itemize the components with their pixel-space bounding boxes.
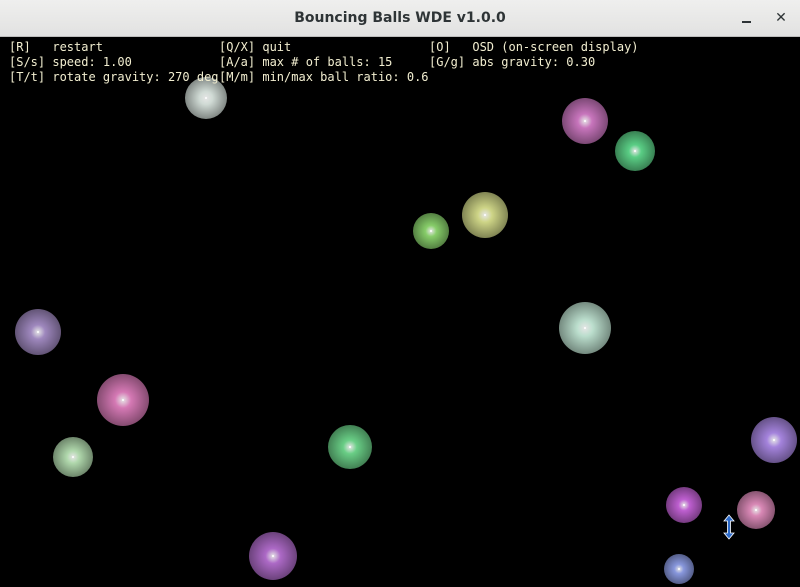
osd-ball-ratio: [M/m] min/max ball ratio: 0.6 [219,70,429,84]
window-title: Bouncing Balls WDE v1.0.0 [294,10,506,26]
close-icon: ✕ [775,10,787,26]
bouncing-ball [664,554,694,584]
osd-toggle-hint: [O] OSD (on-screen display) [429,40,639,54]
resize-vertical-cursor-icon [723,514,735,540]
bouncing-ball [53,437,93,477]
osd-rotate-gravity: [T/t] rotate gravity: 270 deg [9,70,219,84]
osd-speed: [S/s] speed: 1.00 [9,55,132,69]
minimize-icon [742,21,751,23]
bouncing-ball [737,491,775,529]
bouncing-ball [15,309,61,355]
bouncing-ball [413,213,449,249]
bouncing-ball [97,374,149,426]
bouncing-ball [249,532,297,580]
osd-restart-hint: [R] restart [9,40,103,54]
osd-row: [R] restart [Q/X] quit [O] OSD (on-scree… [9,40,799,55]
animation-canvas[interactable]: [R] restart [Q/X] quit [O] OSD (on-scree… [0,37,800,587]
osd-row: [T/t] rotate gravity: 270 deg [M/m] min/… [9,70,799,85]
bouncing-ball [462,192,508,238]
title-bar[interactable]: Bouncing Balls WDE v1.0.0 ✕ [0,0,800,37]
close-button[interactable]: ✕ [771,8,791,28]
osd-gravity: [G/g] abs gravity: 0.30 [429,55,596,69]
osd-max-balls: [A/a] max # of balls: 15 [219,55,393,69]
bouncing-ball [562,98,608,144]
bouncing-ball [559,302,611,354]
bouncing-ball [666,487,702,523]
app-window: Bouncing Balls WDE v1.0.0 ✕ [R] restart … [0,0,800,587]
bouncing-ball [615,131,655,171]
minimize-button[interactable] [737,8,757,28]
on-screen-display: [R] restart [Q/X] quit [O] OSD (on-scree… [9,40,799,85]
bouncing-ball [328,425,372,469]
bouncing-ball [751,417,797,463]
osd-row: [S/s] speed: 1.00 [A/a] max # of balls: … [9,55,799,70]
osd-quit-hint: [Q/X] quit [219,40,292,54]
